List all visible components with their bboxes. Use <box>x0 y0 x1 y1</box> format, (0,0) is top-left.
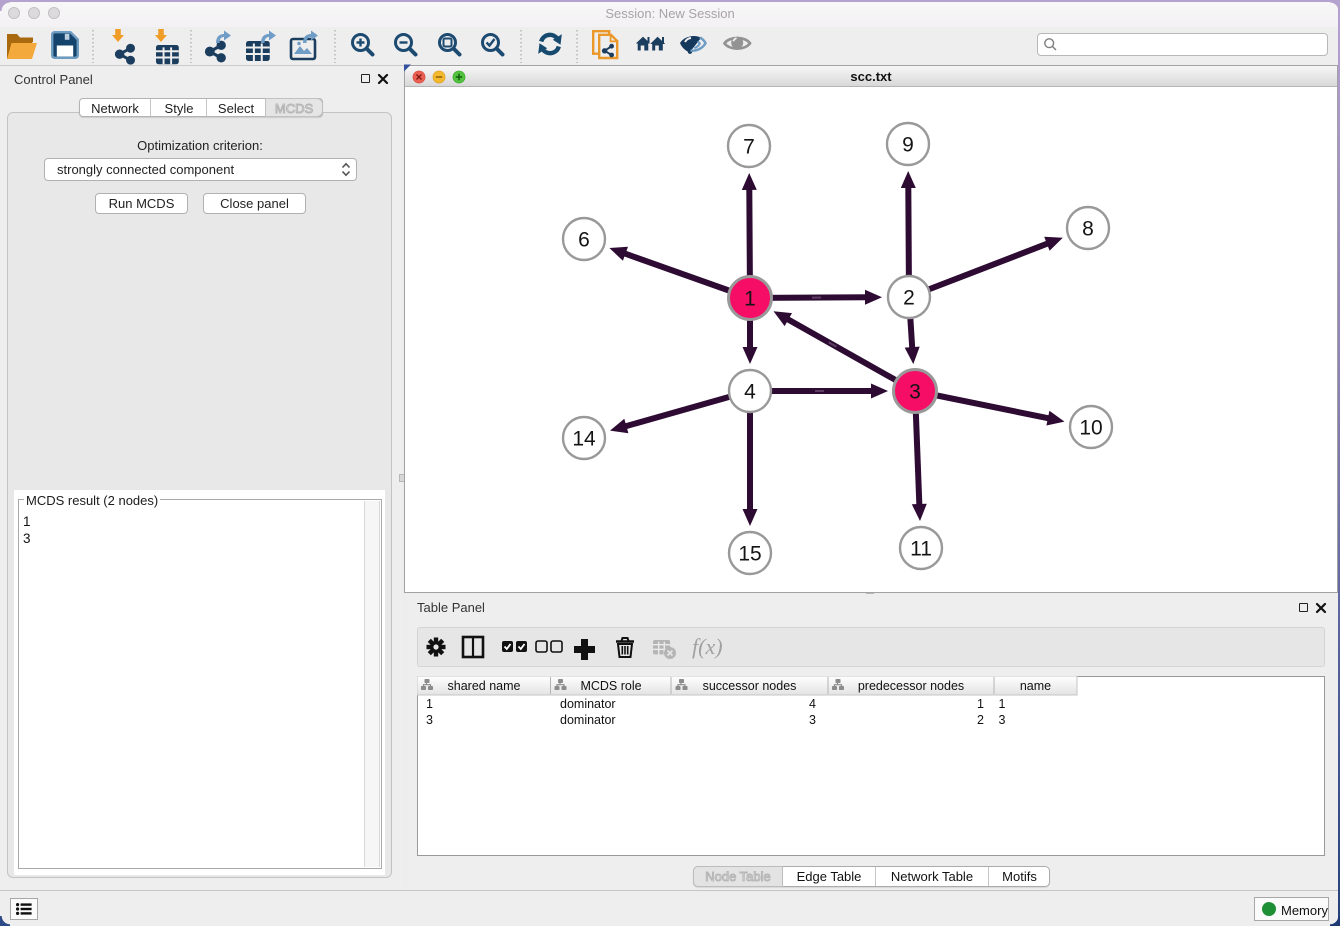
svg-text:4: 4 <box>744 381 756 404</box>
svg-text:3: 3 <box>999 713 1006 727</box>
svg-text:7: 7 <box>743 136 755 159</box>
svg-text:3: 3 <box>909 381 921 404</box>
svg-text:successor nodes: successor nodes <box>703 679 797 693</box>
svg-text:3: 3 <box>809 713 816 727</box>
svg-text:8: 8 <box>1082 218 1094 241</box>
svg-text:dominator: dominator <box>560 697 616 711</box>
svg-text:predecessor nodes: predecessor nodes <box>858 679 964 693</box>
svg-text:9: 9 <box>902 134 914 157</box>
svg-text:f(x): f(x) <box>692 634 723 659</box>
svg-text:4: 4 <box>809 697 816 711</box>
svg-text:name: name <box>1020 679 1051 693</box>
svg-text:1: 1 <box>977 697 984 711</box>
svg-text:shared name: shared name <box>448 679 521 693</box>
svg-text:1: 1 <box>426 697 433 711</box>
svg-text:11: 11 <box>910 538 932 561</box>
svg-text:15: 15 <box>738 543 761 566</box>
svg-text:1: 1 <box>999 697 1006 711</box>
svg-text:6: 6 <box>578 229 590 252</box>
svg-text:14: 14 <box>572 428 596 451</box>
svg-text:10: 10 <box>1079 417 1102 440</box>
svg-text:2: 2 <box>977 713 984 727</box>
svg-text:dominator: dominator <box>560 713 616 727</box>
svg-text:2: 2 <box>903 287 915 310</box>
svg-text:1: 1 <box>744 288 756 311</box>
svg-text:MCDS role: MCDS role <box>580 679 641 693</box>
svg-text:3: 3 <box>426 713 433 727</box>
